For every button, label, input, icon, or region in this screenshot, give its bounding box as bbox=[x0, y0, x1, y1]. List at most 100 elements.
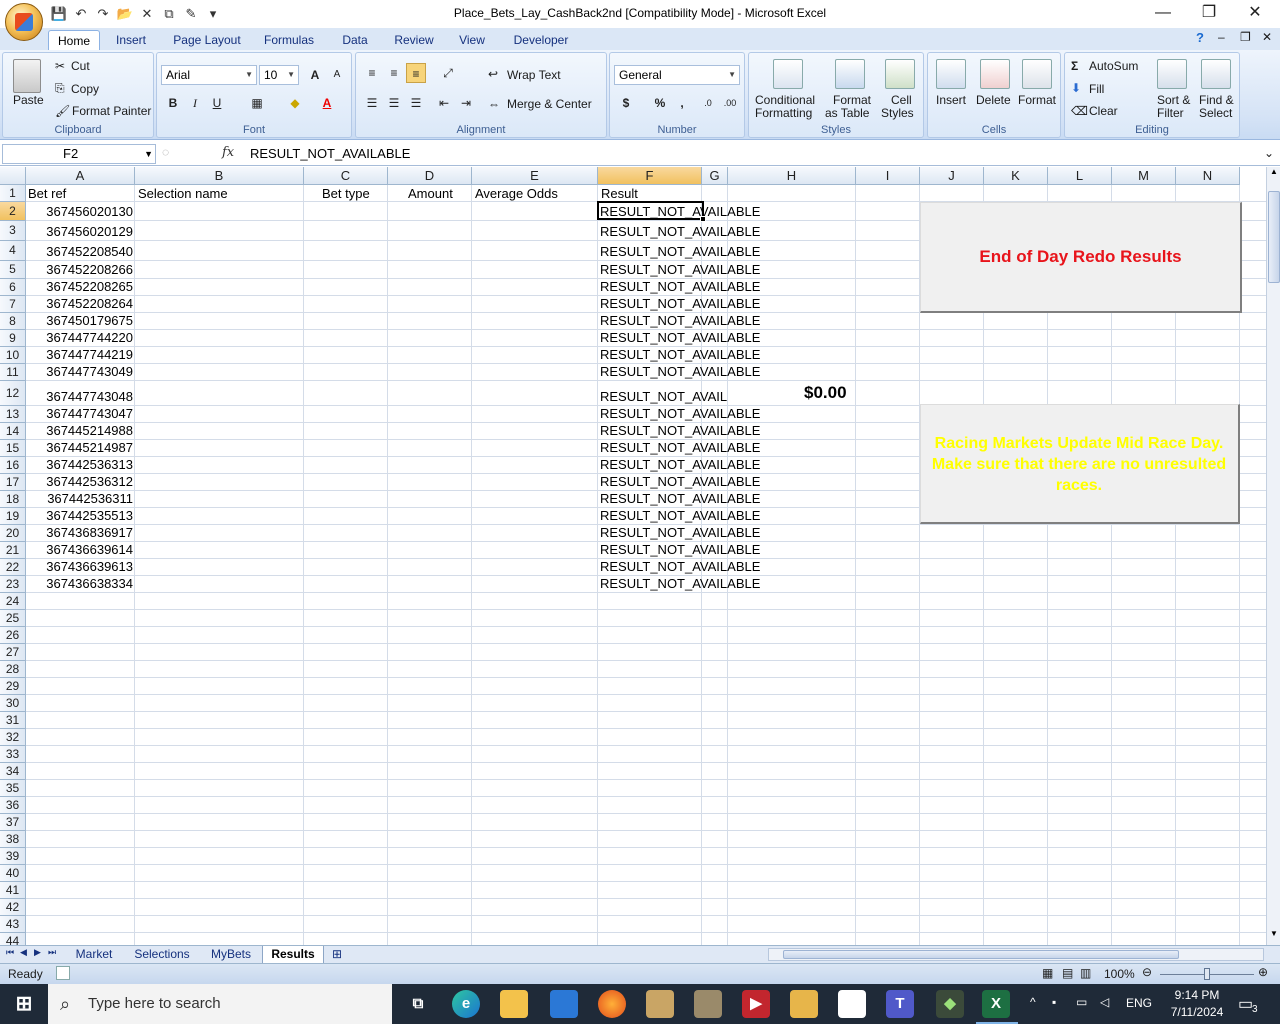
sort-label[interactable]: Sort & bbox=[1157, 93, 1190, 107]
font-size-select[interactable]: 10 ▼ bbox=[259, 65, 299, 85]
row-header-6[interactable]: 6 bbox=[0, 279, 26, 296]
header-bet-type[interactable]: Bet type bbox=[322, 186, 370, 202]
cell-bet-ref[interactable]: 367442536313 bbox=[26, 457, 133, 473]
autosum-icon[interactable]: Σ bbox=[1071, 59, 1078, 73]
sort-filter-icon[interactable] bbox=[1157, 59, 1187, 89]
cell-result[interactable]: RESULT_NOT_AVAILABLE bbox=[600, 224, 760, 240]
conditional-label[interactable]: Conditional bbox=[755, 93, 815, 107]
open-icon[interactable]: 📂 bbox=[114, 5, 136, 23]
delete-cells-button[interactable]: Delete bbox=[976, 93, 1011, 107]
borders-icon[interactable]: ▦ bbox=[247, 93, 267, 113]
font-name-select[interactable]: Arial ▼ bbox=[161, 65, 257, 85]
column-header-l[interactable]: L bbox=[1048, 167, 1112, 185]
tab-view[interactable]: View bbox=[452, 30, 492, 50]
find-select-icon[interactable] bbox=[1201, 59, 1231, 89]
cell-bet-ref[interactable]: 367436639613 bbox=[26, 559, 133, 575]
increase-indent-icon[interactable]: ⇥ bbox=[456, 93, 476, 113]
format-as-table-button[interactable]: as Table bbox=[825, 106, 869, 120]
macro-record-icon[interactable] bbox=[56, 966, 70, 980]
row-header-25[interactable]: 25 bbox=[0, 610, 26, 627]
file-explorer-icon[interactable] bbox=[500, 990, 528, 1018]
fill-handle[interactable] bbox=[700, 216, 706, 222]
notepad-icon[interactable] bbox=[838, 990, 866, 1018]
vertical-scrollbar[interactable]: ▲ ▼ bbox=[1266, 167, 1280, 945]
select-all-corner[interactable] bbox=[0, 167, 26, 185]
cell-result[interactable]: RESULT_NOT_AVAILABLE bbox=[600, 406, 760, 422]
cut-icon[interactable]: ✂ bbox=[55, 59, 65, 73]
cell-result[interactable]: RESULT_NOT_AVAILABLE bbox=[600, 347, 760, 363]
row-header-31[interactable]: 31 bbox=[0, 712, 26, 729]
cell-h12[interactable]: $0.00 bbox=[804, 384, 847, 401]
find-label[interactable]: Find & bbox=[1199, 93, 1234, 107]
ribbon-minimize-icon[interactable]: – bbox=[1218, 30, 1225, 44]
column-header-n[interactable]: N bbox=[1176, 167, 1240, 185]
cell-result[interactable]: RESULT_NOT_AVAILABLE bbox=[600, 576, 760, 592]
minimize-button[interactable]: — bbox=[1140, 0, 1186, 28]
underline-button[interactable]: U bbox=[207, 93, 227, 113]
cell-styles-icon[interactable] bbox=[885, 59, 915, 89]
cell-result[interactable]: RESULT_NOT_AVAILABLE bbox=[600, 474, 760, 490]
horizontal-scroll-thumb[interactable] bbox=[783, 950, 1179, 959]
cell-bet-ref[interactable]: 367447743047 bbox=[26, 406, 133, 422]
column-header-c[interactable]: C bbox=[304, 167, 388, 185]
column-header-m[interactable]: M bbox=[1112, 167, 1176, 185]
cell-bet-ref[interactable]: 367436638334 bbox=[26, 576, 133, 592]
format-painter-icon[interactable]: 🖌 bbox=[55, 104, 70, 118]
insert-cells-icon[interactable] bbox=[936, 59, 966, 89]
grow-font-icon[interactable]: A bbox=[305, 65, 325, 85]
row-header-18[interactable]: 18 bbox=[0, 491, 26, 508]
comma-button[interactable]: , bbox=[672, 93, 692, 113]
fill-icon[interactable]: ⬇ bbox=[1071, 81, 1081, 95]
header-selection-name[interactable]: Selection name bbox=[138, 186, 228, 202]
cell-result[interactable]: RESULT_NOT_AVAILABLE bbox=[600, 296, 760, 312]
scroll-up-icon[interactable]: ▲ bbox=[1268, 167, 1280, 181]
normal-view-icon[interactable]: ▦ bbox=[1042, 966, 1053, 980]
cell-bet-ref[interactable]: 367452208264 bbox=[26, 296, 133, 312]
orientation-icon[interactable]: ⤢ bbox=[438, 63, 458, 83]
close-button[interactable]: ✕ bbox=[1232, 0, 1278, 28]
cell-result[interactable]: RESULT_NOT_AVAILABLE bbox=[600, 330, 760, 346]
row-header-27[interactable]: 27 bbox=[0, 644, 26, 661]
row-header-37[interactable]: 37 bbox=[0, 814, 26, 831]
align-left-icon[interactable]: ☰ bbox=[362, 93, 382, 113]
cell-bet-ref[interactable]: 367447744219 bbox=[26, 347, 133, 363]
align-middle-icon[interactable]: ≡ bbox=[384, 63, 404, 83]
notification-center-icon[interactable]: ▭ bbox=[1238, 994, 1253, 1014]
task-view-icon[interactable]: ⧉ bbox=[404, 990, 432, 1018]
row-header-26[interactable]: 26 bbox=[0, 627, 26, 644]
cell-result[interactable]: RESULT_NOT_AVAILABLE bbox=[600, 262, 760, 278]
find-select-button[interactable]: Select bbox=[1199, 106, 1232, 120]
cell-result[interactable]: RESULT_NOT_AVAILABLE bbox=[600, 525, 760, 541]
sort-filter-button[interactable]: Filter bbox=[1157, 106, 1184, 120]
row-header-32[interactable]: 32 bbox=[0, 729, 26, 746]
number-format-select[interactable]: General ▼ bbox=[614, 65, 740, 85]
column-header-h[interactable]: H bbox=[728, 167, 856, 185]
insert-cells-button[interactable]: Insert bbox=[936, 93, 966, 107]
cell-bet-ref[interactable]: 367456020129 bbox=[26, 224, 133, 240]
zoom-out-icon[interactable]: ⊖ bbox=[1142, 965, 1152, 979]
tab-home[interactable]: Home bbox=[48, 30, 100, 50]
row-header-11[interactable]: 11 bbox=[0, 364, 26, 381]
merge-center-button[interactable]: Merge & Center bbox=[507, 97, 592, 111]
last-sheet-icon[interactable]: ⏭ bbox=[48, 947, 56, 958]
row-header-44[interactable]: 44 bbox=[0, 933, 26, 945]
store-icon[interactable] bbox=[550, 990, 578, 1018]
sheet-tab-market[interactable]: Market bbox=[66, 946, 122, 964]
column-header-a[interactable]: A bbox=[26, 167, 135, 185]
undo-icon[interactable]: ↶ bbox=[70, 5, 92, 23]
align-top-icon[interactable]: ≡ bbox=[362, 63, 382, 83]
column-header-g[interactable]: G bbox=[702, 167, 728, 185]
cell-result[interactable]: RESULT_NOT_AVAILABLE bbox=[600, 279, 760, 295]
currency-button[interactable]: $ bbox=[616, 93, 636, 113]
autosum-button[interactable]: AutoSum bbox=[1089, 59, 1138, 73]
cell-result[interactable]: RESULT_NOT_AVAILABLE bbox=[600, 491, 760, 507]
decrease-decimal-icon[interactable]: .00 bbox=[720, 93, 740, 113]
excel-taskbar-icon[interactable]: X bbox=[982, 990, 1010, 1018]
office-button[interactable] bbox=[5, 3, 43, 41]
shrink-font-icon[interactable]: A bbox=[327, 65, 347, 85]
tab-developer[interactable]: Developer bbox=[507, 30, 575, 50]
page-break-view-icon[interactable]: ▥ bbox=[1080, 966, 1091, 980]
row-header-28[interactable]: 28 bbox=[0, 661, 26, 678]
merge-center-icon[interactable]: ⇔ bbox=[488, 97, 500, 111]
row-header-10[interactable]: 10 bbox=[0, 347, 26, 364]
